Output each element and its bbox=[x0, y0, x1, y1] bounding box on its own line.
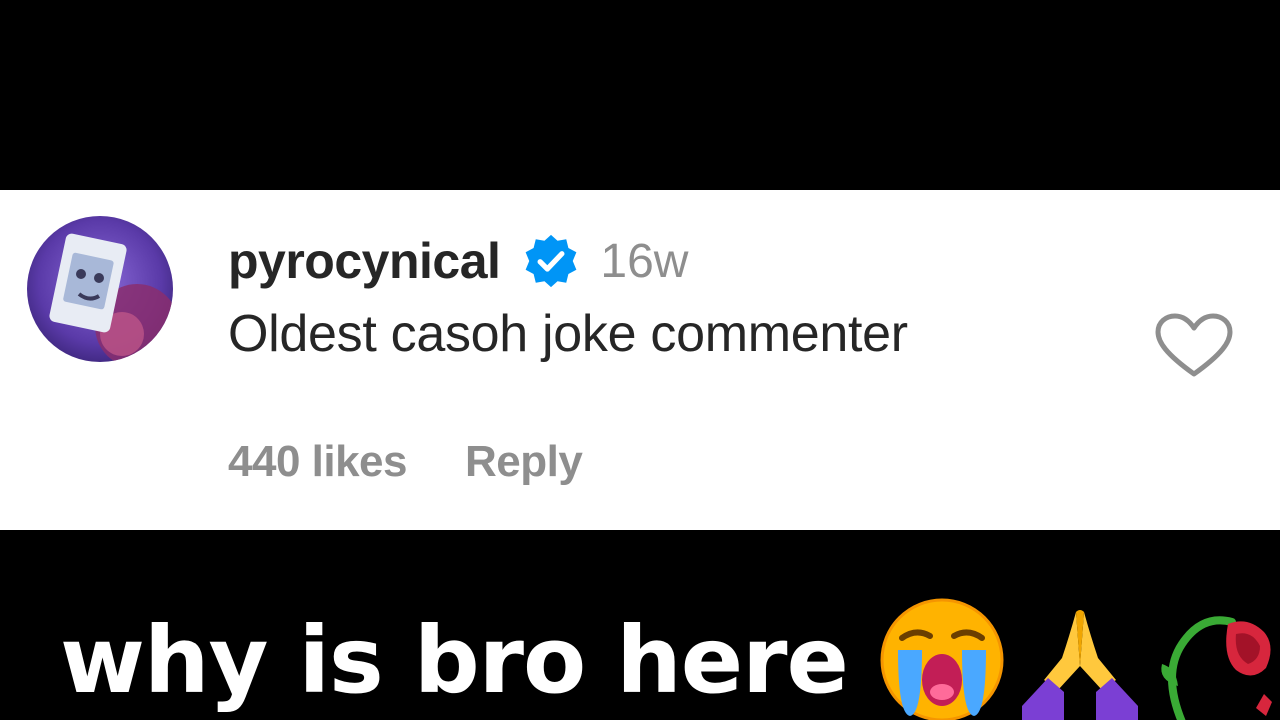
comment-header: pyrocynical 16w bbox=[228, 226, 908, 296]
likes-count[interactable]: 440 likes bbox=[228, 437, 408, 487]
top-black-bar bbox=[0, 0, 1280, 190]
verified-badge-icon bbox=[522, 232, 580, 290]
wilted-flower-emoji bbox=[1152, 594, 1280, 720]
bottom-black-bar: why is bro here bbox=[0, 530, 1280, 720]
comment-actions: 440 likes Reply bbox=[228, 437, 583, 487]
profile-avatar[interactable] bbox=[27, 216, 173, 362]
comment-card: pyrocynical 16w Oldest casoh joke commen… bbox=[0, 190, 1280, 530]
comment-text: Oldest casoh joke commenter bbox=[228, 305, 908, 363]
comment-timestamp: 16w bbox=[600, 234, 689, 288]
loudly-crying-face-emoji bbox=[876, 594, 1008, 720]
username[interactable]: pyrocynical bbox=[228, 232, 501, 290]
comment-body: pyrocynical 16w Oldest casoh joke commen… bbox=[228, 226, 908, 364]
caption-row: why is bro here bbox=[60, 598, 1280, 720]
folded-hands-emoji bbox=[1014, 594, 1146, 720]
reply-button[interactable]: Reply bbox=[465, 437, 583, 487]
caption-text: why is bro here bbox=[60, 606, 849, 714]
heart-outline-icon[interactable] bbox=[1154, 312, 1234, 382]
video-frame: pyrocynical 16w Oldest casoh joke commen… bbox=[0, 0, 1280, 720]
